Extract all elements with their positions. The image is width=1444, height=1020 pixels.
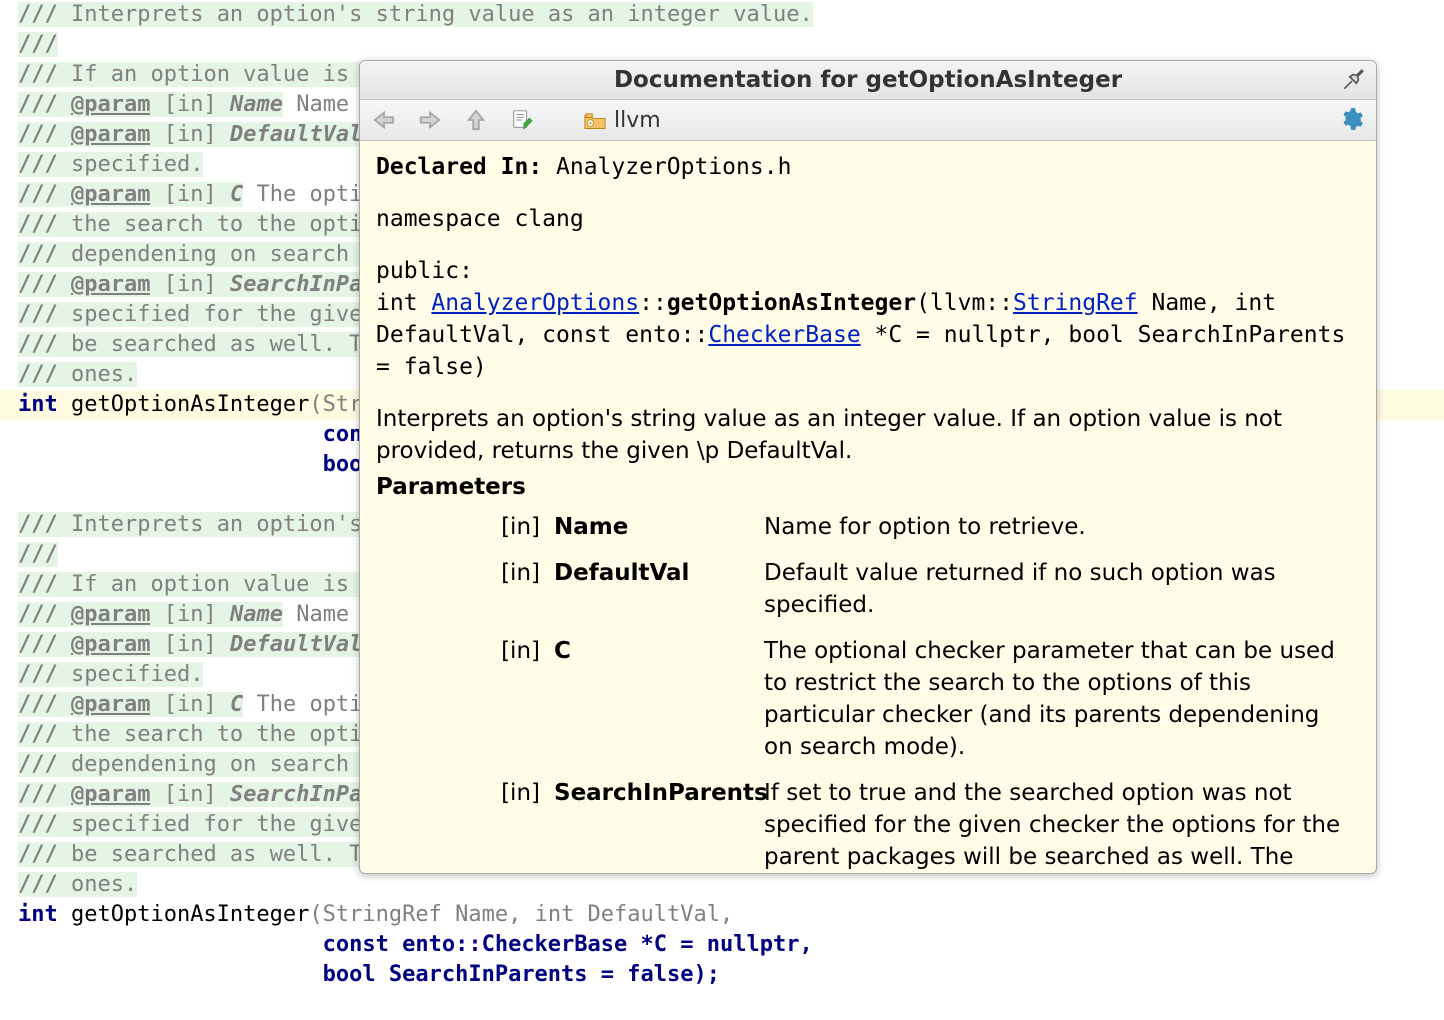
param-description: Default value returned if no such option… xyxy=(764,557,1360,621)
edit-source-icon[interactable] xyxy=(508,106,536,134)
parameters-section: Parameters [in] Name Name for option to re… xyxy=(376,471,1360,874)
popup-toolbar: llvm xyxy=(360,100,1376,141)
declared-in-row: Declared In: AnalyzerOptions.h xyxy=(376,151,1360,183)
param-description: If set to true and the searched option w… xyxy=(764,777,1360,874)
pin-icon[interactable] xyxy=(1340,67,1366,93)
back-icon[interactable] xyxy=(370,106,398,134)
parameters-header: Parameters xyxy=(376,471,1360,503)
namespace-line: namespace clang xyxy=(376,203,1360,235)
popup-title-bar: Documentation for getOptionAsInteger xyxy=(360,61,1376,100)
gear-icon[interactable] xyxy=(1338,106,1366,134)
signature: int AnalyzerOptions::getOptionAsInteger(… xyxy=(376,287,1360,383)
param-description: Name for option to retrieve. xyxy=(764,511,1360,543)
documentation-popup: Documentation for getOptionAsInteger llv… xyxy=(359,60,1377,874)
param-direction: [in] xyxy=(454,511,544,543)
param-name: DefaultVal xyxy=(554,557,754,621)
param-direction: [in] xyxy=(454,557,544,621)
param-name: C xyxy=(554,635,754,763)
stringref-link[interactable]: StringRef xyxy=(1013,290,1138,316)
class-link[interactable]: AnalyzerOptions xyxy=(431,290,639,316)
documentation-body: Declared In: AnalyzerOptions.h namespace… xyxy=(360,141,1376,874)
declared-in-label: Declared In: xyxy=(376,154,556,180)
param-description: The optional checker parameter that can … xyxy=(764,635,1360,763)
folder-icon xyxy=(584,111,606,129)
breadcrumb[interactable]: llvm xyxy=(584,108,661,133)
access-line: public: xyxy=(376,255,1360,287)
declared-in-value: AnalyzerOptions.h xyxy=(556,154,791,180)
forward-icon[interactable] xyxy=(416,106,444,134)
summary-text: Interprets an option's string value as a… xyxy=(376,403,1360,467)
breadcrumb-label: llvm xyxy=(614,108,661,133)
popup-title: Documentation for getOptionAsInteger xyxy=(614,67,1122,93)
param-direction: [in] xyxy=(454,777,544,874)
up-icon[interactable] xyxy=(462,106,490,134)
param-name: SearchInParents xyxy=(554,777,754,874)
param-direction: [in] xyxy=(454,635,544,763)
param-name: Name xyxy=(554,511,754,543)
checkerbase-link[interactable]: CheckerBase xyxy=(708,322,860,348)
